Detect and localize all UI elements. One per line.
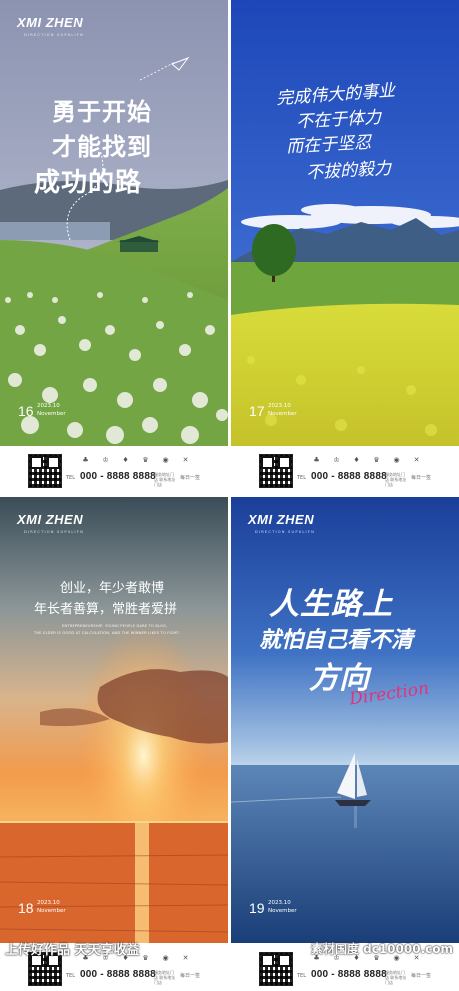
headline-line-2: 就怕自己看不清 <box>259 628 414 653</box>
date-day: 19 <box>249 900 265 916</box>
qr-code[interactable] <box>259 454 293 488</box>
date-year-month: 2023.10 <box>37 403 60 409</box>
crown-logo-icon: ♛ <box>142 456 149 464</box>
headline-line-1: 人生路上 <box>269 587 393 622</box>
headline-line-2: 才能找到 <box>52 133 152 161</box>
headline-line-1: 勇于开始 <box>52 98 152 126</box>
shield-logo-icon: ♦ <box>353 456 360 464</box>
crest-logo-icon: ♔ <box>333 456 340 464</box>
phone-number[interactable]: 000 - 8888 8888 <box>80 969 156 980</box>
date-year-month: 2023.10 <box>268 900 291 906</box>
quote-line-2: 年长者善算，常胜者爱拼 <box>34 602 178 617</box>
date-year-month: 2023.10 <box>268 403 291 409</box>
phone-number[interactable]: 000 - 8888 8888 <box>80 471 156 482</box>
brand-logo: XMI ZHEN <box>17 512 84 527</box>
brand-logo: XMI ZHEN <box>17 15 84 30</box>
quote-line-1: 创业，年少者敢博 <box>60 581 165 596</box>
headline-line-3: 成功的路 <box>34 168 143 198</box>
address-text: 服务地址门店 联系地址门店 <box>385 472 407 487</box>
tel-label: TEL <box>297 475 306 481</box>
poster-3: XMI ZHEN DIRECTION SUPXLIFN 创业，年少者敢博 年长者… <box>0 497 228 991</box>
tel-label: TEL <box>66 973 75 979</box>
slogan-text: 每日一签 <box>180 475 201 481</box>
poster-footer: ♣ ♔ ♦ ♛ ◉ ✕ TEL 000 - 8888 8888 服务地址门店 联… <box>0 446 228 493</box>
quote-en-line-1: ENTREPRENEURSHIP, YOUNG PEOPLE DARE TO B… <box>62 624 168 628</box>
poster-2: 完成伟大的事业 不在于体力 而在于坚忍 不拔的毅力 17 2023.10 Nov… <box>231 0 459 493</box>
phone-number[interactable]: 000 - 8888 8888 <box>311 471 387 482</box>
address-text: 服务地址门店 联系地址门店 <box>385 970 407 985</box>
date-month: November <box>268 908 297 914</box>
poster-1-scene <box>0 0 228 446</box>
crown-logo-icon: ♛ <box>373 456 380 464</box>
watermark-left: 上传好作品 天天享收益 <box>5 943 140 958</box>
poster-2-scene <box>231 0 459 446</box>
quote-line-3: 而在于坚忍 <box>285 132 372 158</box>
phone-number[interactable]: 000 - 8888 8888 <box>311 969 387 980</box>
brand-subtitle: DIRECTION SUPXLIFN <box>255 530 315 534</box>
tel-label: TEL <box>297 973 306 979</box>
qr-code[interactable] <box>28 454 62 488</box>
slogan-text: 每日一签 <box>180 973 201 979</box>
watermark-right: 素材国度 dc10000.com <box>310 942 453 956</box>
tools-logo-icon: ✕ <box>413 456 420 464</box>
qr-code[interactable] <box>259 952 293 986</box>
date-month: November <box>268 411 297 417</box>
poster-4-scene <box>231 497 459 943</box>
poster-4: XMI ZHEN DIRECTION SUPXLIFN 人生路上 就怕自己看不清… <box>231 497 459 991</box>
address-text: 服务地址门店 联系地址门店 <box>154 472 176 487</box>
quote-line-4: 不拔的毅力 <box>305 158 392 184</box>
partner-logos: ♣ ♔ ♦ ♛ ◉ ✕ <box>311 455 422 465</box>
address-text: 服务地址门店 联系地址门店 <box>154 970 176 985</box>
badge-logo-icon: ◉ <box>162 954 169 962</box>
poster-footer: ♣ ♔ ♦ ♛ ◉ ✕ TEL 000 - 8888 8888 服务地址门店 联… <box>231 446 459 493</box>
badge-logo-icon: ◉ <box>162 456 169 464</box>
quote-en-line-2: THE ELDER IS GOOD AT CALCULATION, AND TH… <box>34 631 180 635</box>
tree-logo-icon: ♣ <box>313 456 320 464</box>
date-month: November <box>37 908 66 914</box>
brand-subtitle: DIRECTION SUPXLIFN <box>24 33 84 37</box>
brand-logo: XMI ZHEN <box>248 512 315 527</box>
tree-logo-icon: ♣ <box>82 456 89 464</box>
slogan-text: 每日一签 <box>411 475 432 481</box>
date-month: November <box>37 411 66 417</box>
poster-1: XMI ZHEN DIRECTION SUPXLIFN 勇于开始 才能找到 成功… <box>0 0 228 493</box>
badge-logo-icon: ◉ <box>393 456 400 464</box>
tel-label: TEL <box>66 475 75 481</box>
slogan-text: 每日一签 <box>411 973 432 979</box>
crest-logo-icon: ♔ <box>102 456 109 464</box>
date-year-month: 2023.10 <box>37 900 60 906</box>
date-day: 18 <box>18 900 34 916</box>
shield-logo-icon: ♦ <box>122 456 129 464</box>
poster-3-scene <box>0 497 228 943</box>
date-day: 17 <box>249 403 265 419</box>
tools-logo-icon: ✕ <box>182 456 189 464</box>
partner-logos: ♣ ♔ ♦ ♛ ◉ ✕ <box>80 455 191 465</box>
date-day: 16 <box>18 403 34 419</box>
crown-logo-icon: ♛ <box>142 954 149 962</box>
tools-logo-icon: ✕ <box>182 954 189 962</box>
brand-subtitle: DIRECTION SUPXLIFN <box>24 530 84 534</box>
